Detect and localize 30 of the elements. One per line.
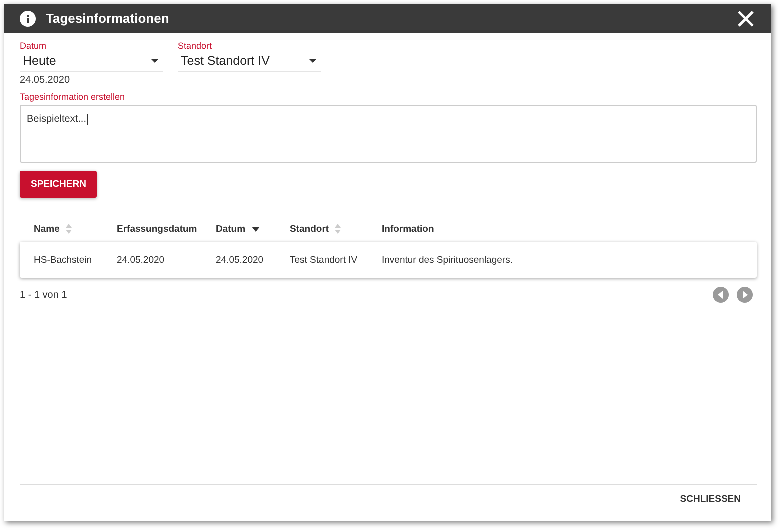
info-icon <box>20 10 36 26</box>
page-range: 1 - 1 von 1 <box>20 290 68 300</box>
field-label: Standort <box>178 41 212 51</box>
dropdown[interactable]: Heute <box>20 51 163 72</box>
table-cell-text: HS-Bachstein <box>34 254 94 266</box>
field-label: Tagesinformation erstellen <box>20 92 126 102</box>
table-cell-text: 24.05.2020 <box>216 254 265 266</box>
next-page-icon[interactable] <box>737 287 753 303</box>
table-cell-text: Test Standort IV <box>290 254 359 266</box>
column-header[interactable]: Information <box>382 224 434 234</box>
save-button[interactable]: SPEICHERN <box>20 171 98 198</box>
sort-icon[interactable] <box>66 224 72 234</box>
column-header[interactable]: Name <box>34 224 60 234</box>
caret-icon <box>309 59 317 63</box>
text-area[interactable]: Beispieltext... <box>20 105 757 163</box>
column-header[interactable]: Standort <box>290 224 330 234</box>
close-icon[interactable] <box>737 10 755 28</box>
close-button[interactable]: SCHLIESSEN <box>664 485 757 514</box>
column-header[interactable]: Datum <box>216 224 246 234</box>
column-header[interactable]: Erfassungsdatum <box>117 224 198 234</box>
sort-icon[interactable] <box>335 224 342 234</box>
table-cell-text: Inventur des Spirituosenlagers. <box>382 254 514 266</box>
dropdown[interactable]: Test Standort IV <box>178 51 321 72</box>
table-cell-text: 24.05.2020 <box>117 254 166 266</box>
date-text: 24.05.2020 <box>20 75 70 86</box>
field-label: Datum <box>20 41 47 51</box>
previous-page-icon[interactable] <box>713 287 729 303</box>
caret-icon <box>151 59 159 63</box>
dialog-title: Tagesinformationen <box>46 11 170 26</box>
sort-descending-icon[interactable] <box>252 226 260 232</box>
